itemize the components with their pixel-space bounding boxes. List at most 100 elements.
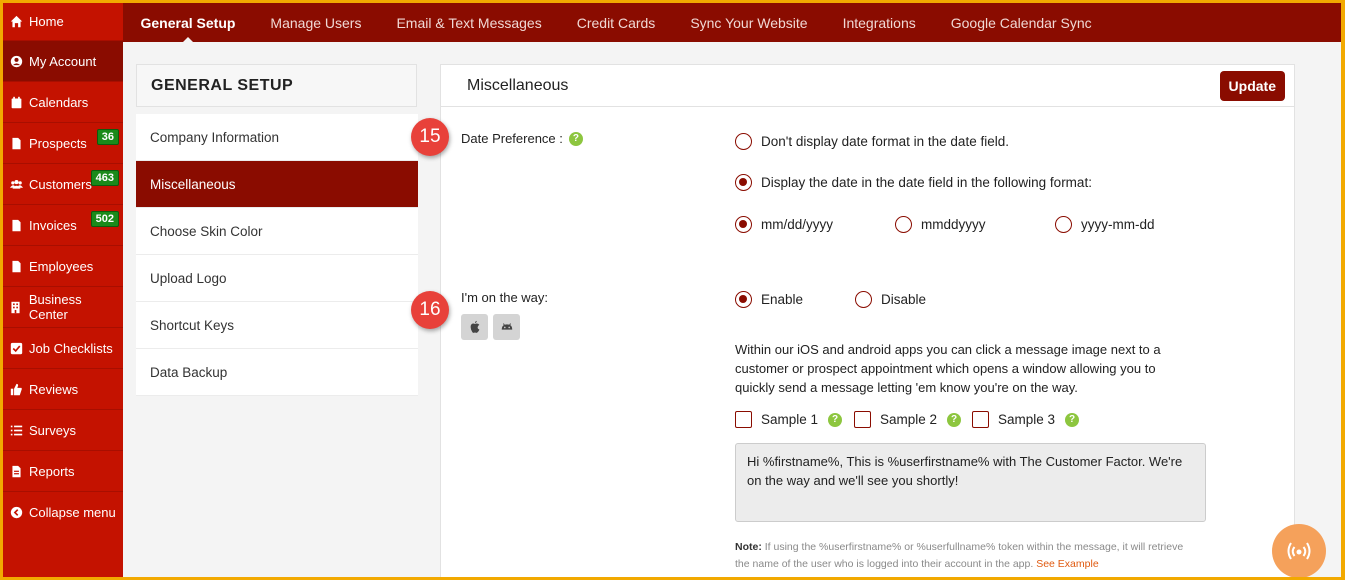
checkbox-label: Sample 3 [998,412,1056,427]
tab-credit-cards[interactable]: Credit Cards [559,3,673,42]
radio-format-mmddyyyy-slash[interactable]: mm/dd/yyyy [735,216,833,233]
page-title: Miscellaneous [467,76,569,94]
update-button[interactable]: Update [1219,71,1285,101]
radio-button[interactable] [895,216,912,233]
checkbox[interactable] [854,411,871,428]
setup-item-data-backup[interactable]: Data Backup [136,349,418,396]
document-icon [9,259,23,273]
radio-format-mmddyyyy[interactable]: mmddyyyy [895,216,986,233]
help-icon[interactable]: ? [828,412,843,427]
sidebar-item-customers[interactable]: Customers 463 [3,164,123,205]
sidebar-item-my-account[interactable]: My Account [3,41,123,82]
radio-button[interactable] [735,133,752,150]
radio-label: yyyy-mm-dd [1081,217,1155,232]
checkbox-label: Sample 2 [880,412,938,427]
sidebar-item-reports[interactable]: Reports [3,451,123,492]
calendar-icon [9,95,23,109]
checkbox-sample-3[interactable]: Sample 3 ? [972,411,1080,428]
checkbox-sample-2[interactable]: Sample 2 ? [854,411,962,428]
see-example-link[interactable]: See Example [1036,558,1098,570]
chevron-left-circle-icon [9,506,23,520]
setup-item-choose-skin-color[interactable]: Choose Skin Color [136,208,418,255]
broadcast-icon [1287,542,1311,560]
sidebar-item-label: Employees [29,258,94,274]
tab-sync-your-website[interactable]: Sync Your Website [673,3,825,42]
help-icon[interactable]: ? [947,412,962,427]
setup-heading: GENERAL SETUP [136,64,417,107]
field-label: Date Preference : [461,131,563,146]
list-icon [9,423,23,437]
radio-format-yyyy-mm-dd[interactable]: yyyy-mm-dd [1055,216,1155,233]
radio-button[interactable] [1055,216,1072,233]
checkbox-sample-1[interactable]: Sample 1 ? [735,411,843,428]
radio-no-date-format[interactable]: Don't display date format in the date fi… [735,133,1009,150]
sidebar-item-prospects[interactable]: Prospects 36 [3,123,123,164]
sidebar-item-job-checklists[interactable]: Job Checklists [3,328,123,369]
radio-label: mm/dd/yyyy [761,217,834,232]
step-marker-16: 16 [411,291,449,329]
help-icon[interactable]: ? [1065,412,1080,427]
sidebar-item-calendars[interactable]: Calendars [3,82,123,123]
radio-disable[interactable]: Disable [855,291,926,308]
sidebar-item-surveys[interactable]: Surveys [3,410,123,451]
radio-label: Don't display date format in the date fi… [761,134,1009,149]
sidebar-item-home[interactable]: Home [3,3,123,41]
radio-label: Enable [761,292,804,307]
radio-button[interactable] [735,291,752,308]
date-preference-label: Date Preference : ? [461,131,583,146]
setup-item-upload-logo[interactable]: Upload Logo [136,255,418,302]
sidebar-item-label: Reports [29,463,75,479]
setup-item-miscellaneous[interactable]: Miscellaneous [136,161,418,208]
on-the-way-description: Within our iOS and android apps you can … [735,342,1161,395]
tab-manage-users[interactable]: Manage Users [253,3,379,42]
checkbox[interactable] [972,411,989,428]
sidebar-item-invoices[interactable]: Invoices 502 [3,205,123,246]
sidebar-item-label: Home [29,14,64,29]
sidebar-item-label: Invoices [29,217,77,233]
radio-label: mmddyyyy [921,217,986,232]
count-badge: 502 [90,211,119,227]
count-badge: 36 [96,129,119,145]
sidebar-item-reviews[interactable]: Reviews [3,369,123,410]
sidebar-item-business-center[interactable]: Business Center [3,287,123,328]
tab-general-setup[interactable]: General Setup [123,3,253,42]
note-text: If using the %userfirstname% or %userful… [735,541,1184,570]
sidebar-item-label: Job Checklists [29,340,113,356]
sidebar-item-label: Reviews [29,381,79,397]
setup-item-shortcut-keys[interactable]: Shortcut Keys [136,302,418,349]
sidebar-item-label: Surveys [29,422,76,438]
top-navigation: General Setup Manage Users Email & Text … [123,3,1341,42]
radio-enable[interactable]: Enable [735,291,803,308]
panel-header: Miscellaneous Update [441,65,1294,107]
document-icon [9,218,23,232]
count-badge: 463 [90,170,119,186]
radio-label: Disable [881,292,927,307]
sidebar-item-label: Prospects [29,135,87,151]
sidebar-item-employees[interactable]: Employees [3,246,123,287]
tab-email-text-messages[interactable]: Email & Text Messages [379,3,559,42]
thumbs-up-icon [9,382,23,396]
sidebar-item-collapse-menu[interactable]: Collapse menu [3,492,123,533]
radio-button[interactable] [735,216,752,233]
help-icon[interactable]: ? [568,131,583,146]
tab-integrations[interactable]: Integrations [825,3,933,42]
android-icon[interactable] [493,314,520,340]
sidebar: Home My Account Calendars Prospects 36 C… [3,3,123,577]
setup-menu: Company Information Miscellaneous Choose… [136,114,418,396]
sidebar-item-label: Calendars [29,94,89,110]
radio-button[interactable] [855,291,872,308]
document-icon [9,136,23,150]
apple-icon[interactable] [461,314,488,340]
checkbox[interactable] [735,411,752,428]
token-note: Note: If using the %userfirstname% or %u… [735,539,1195,573]
sidebar-item-label: Customers [29,176,92,192]
setup-item-company-information[interactable]: Company Information [136,114,418,161]
tab-google-calendar-sync[interactable]: Google Calendar Sync [933,3,1109,42]
checkbox-icon [9,341,23,355]
note-label: Note: [735,541,762,553]
message-textarea[interactable]: Hi %firstname%, This is %userfirstname% … [735,443,1206,522]
support-chat-button[interactable] [1272,524,1326,577]
radio-display-date-format[interactable]: Display the date in the date field in th… [735,174,1092,191]
radio-button[interactable] [735,174,752,191]
on-the-way-label: I'm on the way: [461,290,549,305]
